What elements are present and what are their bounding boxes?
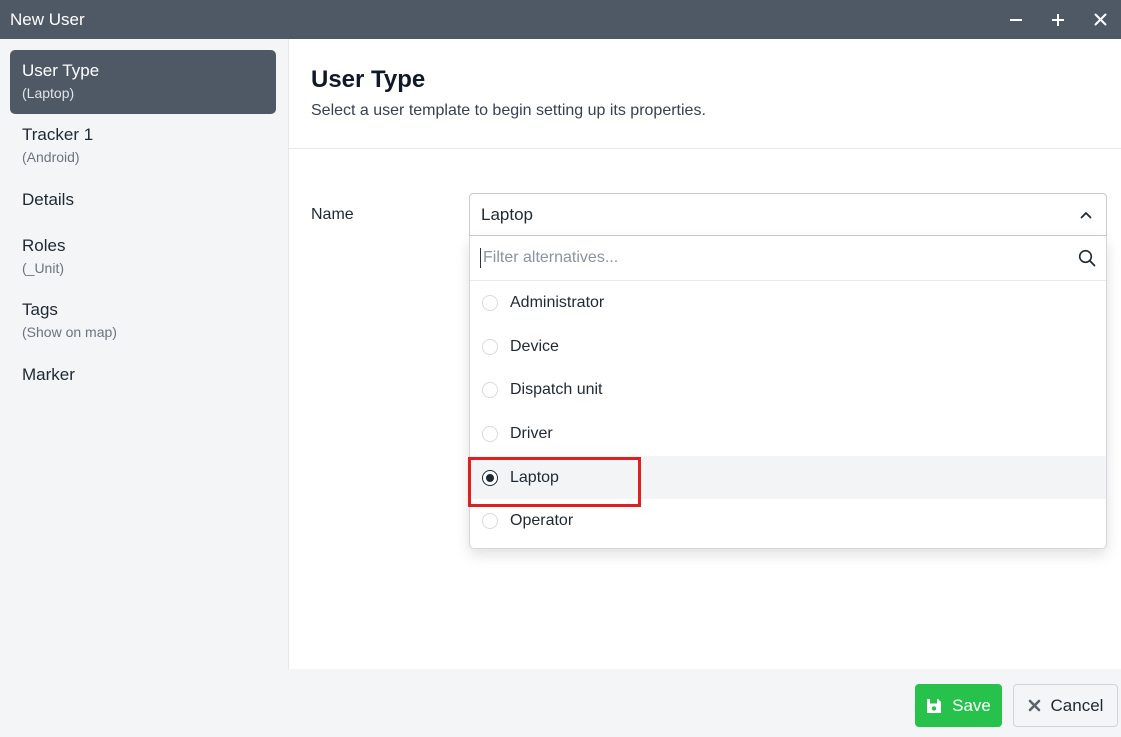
- sidebar-item-label: User Type: [22, 61, 100, 80]
- option-label: Device: [510, 337, 559, 355]
- cancel-button[interactable]: Cancel: [1013, 684, 1118, 727]
- radio-icon: [482, 425, 498, 442]
- option-label: Driver: [510, 424, 553, 442]
- sidebar-item-sublabel: (Android): [22, 149, 80, 165]
- filter-box: [470, 236, 1106, 281]
- radio-selected-icon: [482, 469, 498, 486]
- save-button[interactable]: Save: [915, 684, 1002, 727]
- minimize-button[interactable]: [995, 0, 1037, 39]
- sidebar-item-sublabel: (Show on map): [22, 324, 117, 340]
- main-panel: User Type Select a user template to begi…: [289, 39, 1121, 669]
- sidebar-item-tags[interactable]: Tags (Show on map): [10, 289, 276, 353]
- name-select[interactable]: Laptop: [469, 193, 1107, 236]
- option-dispatch-unit[interactable]: Dispatch unit: [470, 368, 1106, 412]
- name-dropdown: Administrator Device Dispatch unit Drive…: [469, 236, 1107, 549]
- page-title: User Type: [311, 66, 426, 93]
- radio-icon: [482, 338, 498, 355]
- window-titlebar: New User: [0, 0, 1121, 39]
- option-device[interactable]: Device: [470, 325, 1106, 369]
- save-button-label: Save: [952, 695, 991, 715]
- sidebar-item-label: Tags: [22, 300, 58, 319]
- sidebar: User Type (Laptop) Tracker 1 (Android) D…: [0, 39, 289, 669]
- close-button[interactable]: [1079, 0, 1121, 39]
- filter-input[interactable]: [480, 248, 1068, 268]
- window-title: New User: [10, 9, 85, 29]
- page-header: User Type Select a user template to begi…: [289, 39, 1121, 149]
- option-administrator[interactable]: Administrator: [470, 281, 1106, 325]
- sidebar-item-details[interactable]: Details: [10, 178, 276, 225]
- sidebar-item-marker[interactable]: Marker: [10, 353, 276, 400]
- radio-icon: [482, 294, 498, 311]
- sidebar-item-sublabel: (Laptop): [22, 85, 75, 101]
- maximize-icon: [1052, 13, 1064, 26]
- close-icon: [1094, 13, 1106, 26]
- option-label: Administrator: [510, 293, 605, 311]
- cancel-button-label: Cancel: [1050, 695, 1104, 715]
- name-field-label: Name: [311, 206, 354, 223]
- option-laptop[interactable]: Laptop: [470, 455, 1106, 500]
- sidebar-item-sublabel: (_Unit): [22, 260, 65, 276]
- page-subtitle: Select a user template to begin setting …: [311, 102, 706, 119]
- name-select-value: Laptop: [481, 204, 533, 224]
- search-icon: [1068, 249, 1106, 267]
- option-operator[interactable]: Operator: [470, 499, 1106, 543]
- radio-icon: [482, 382, 498, 399]
- option-label: Dispatch unit: [510, 381, 603, 399]
- option-label: Operator: [510, 512, 574, 530]
- close-icon: [1028, 699, 1040, 712]
- sidebar-item-tracker-1[interactable]: Tracker 1 (Android): [10, 114, 276, 178]
- save-icon: [927, 698, 942, 713]
- sidebar-item-roles[interactable]: Roles (_Unit): [10, 225, 276, 289]
- footer-bar: Save Cancel: [0, 669, 1121, 737]
- sidebar-item-user-type[interactable]: User Type (Laptop): [10, 50, 276, 114]
- sidebar-item-label: Tracker 1: [22, 125, 94, 144]
- sidebar-item-label: Marker: [22, 365, 75, 384]
- chevron-up-icon: [1066, 211, 1106, 219]
- sidebar-item-label: Roles: [22, 236, 66, 255]
- radio-icon: [482, 513, 498, 530]
- maximize-button[interactable]: [1037, 0, 1079, 39]
- option-driver[interactable]: Driver: [470, 412, 1106, 456]
- option-label: Laptop: [510, 468, 559, 486]
- sidebar-item-label: Details: [22, 190, 74, 209]
- minimize-icon: [1010, 18, 1022, 21]
